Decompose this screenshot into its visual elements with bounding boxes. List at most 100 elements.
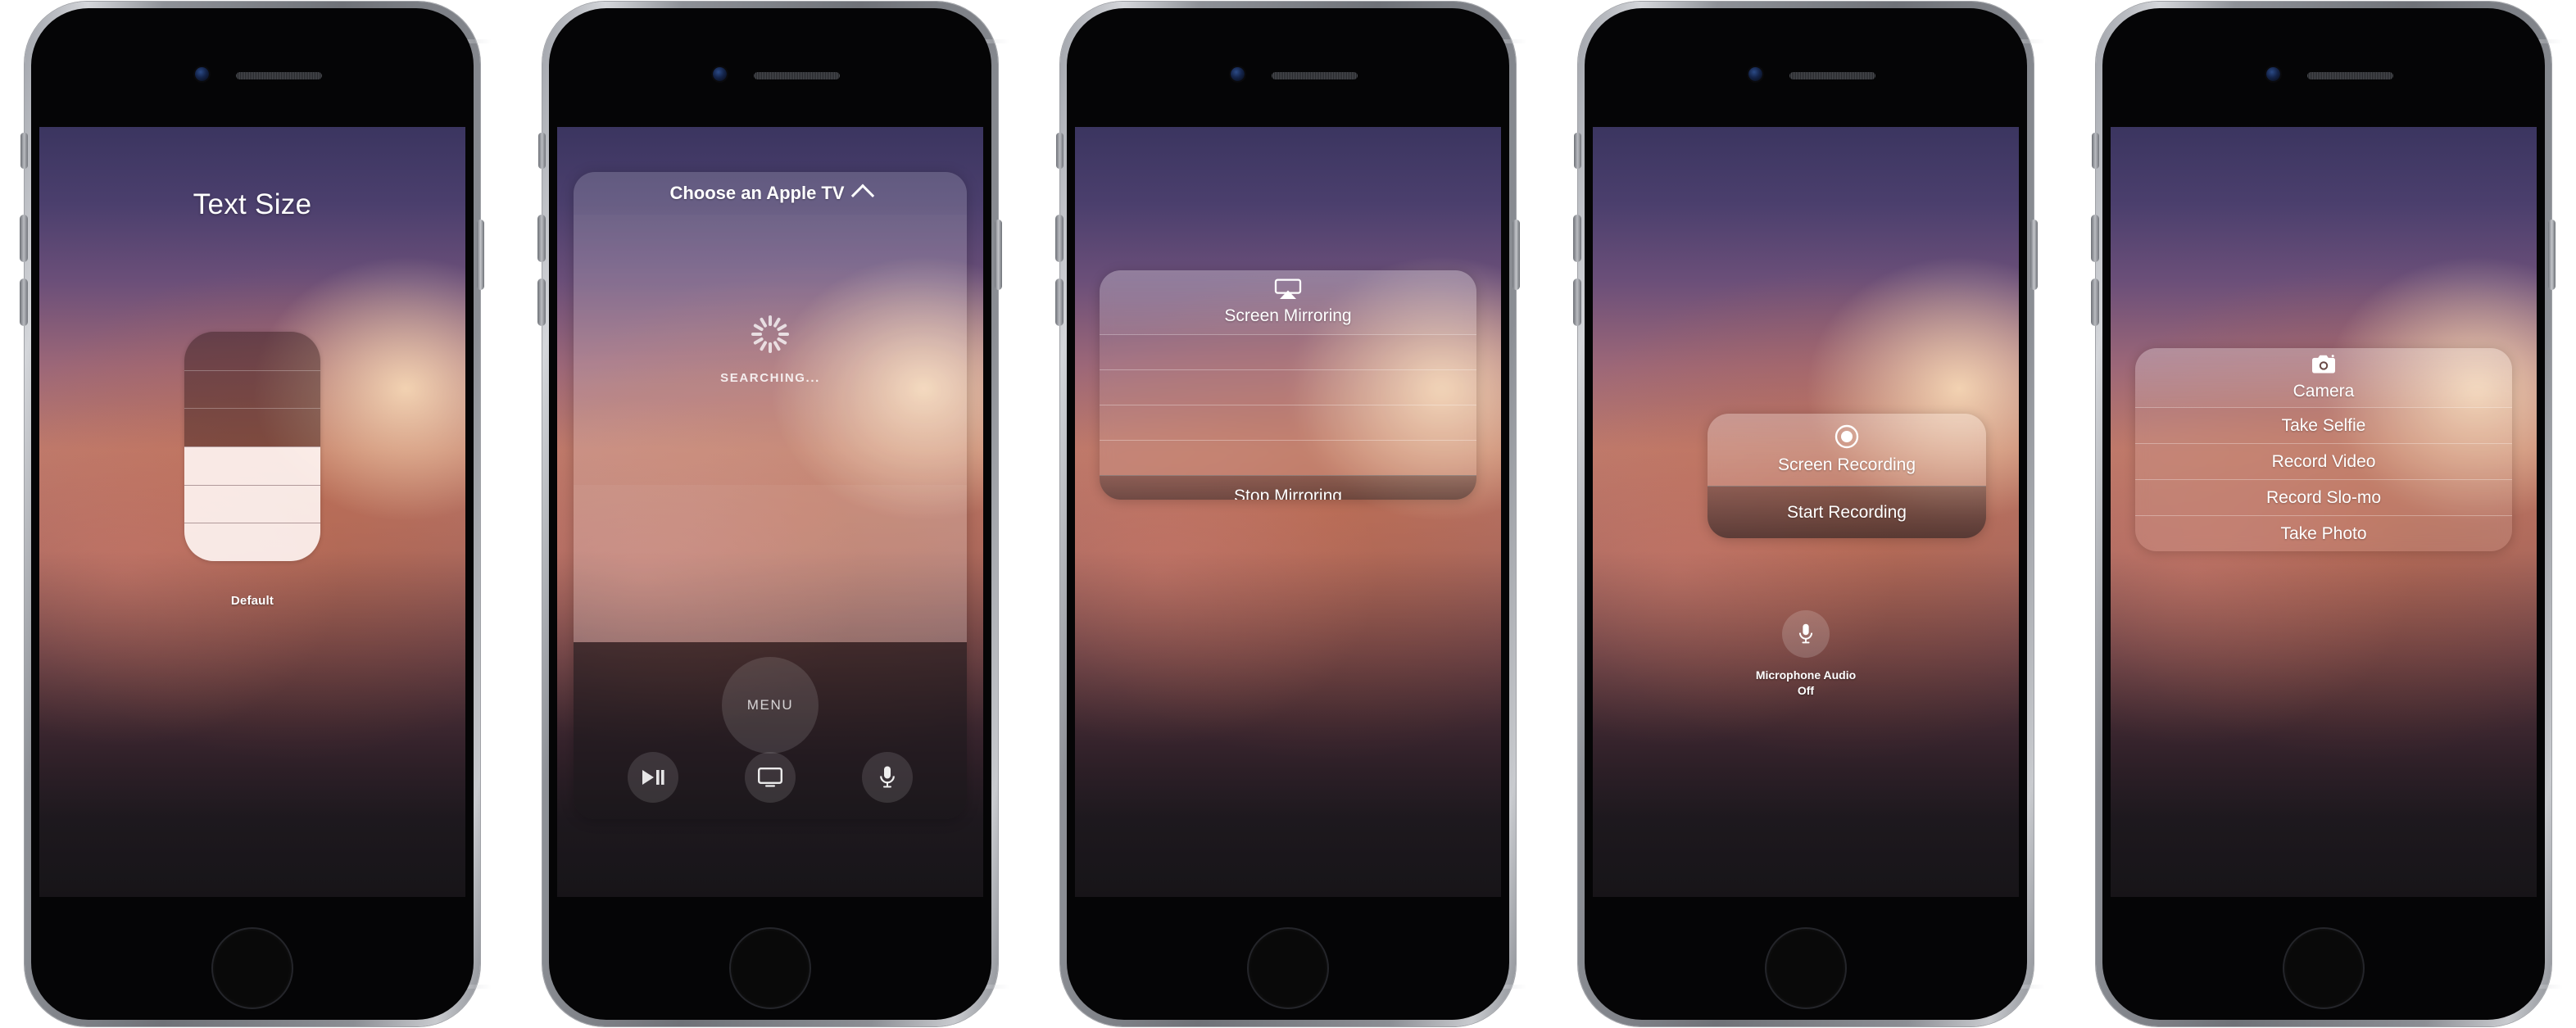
home-button[interactable] — [1247, 927, 1329, 1009]
earpiece-speaker-icon — [1789, 72, 1875, 79]
text-size-segment-2[interactable] — [184, 484, 320, 523]
earpiece-speaker-icon — [2307, 72, 2393, 79]
power-button[interactable] — [995, 220, 1002, 290]
front-camera-icon — [195, 67, 209, 81]
volume-down-button[interactable] — [537, 279, 546, 326]
front-camera-icon — [713, 67, 727, 81]
screen-mirroring-empty-row[interactable] — [1100, 440, 1476, 475]
front-camera-icon — [1748, 67, 1762, 81]
apple-tv-control-row — [574, 752, 967, 803]
start-recording-button[interactable]: Start Recording — [1708, 486, 1986, 538]
volume-down-button[interactable] — [2091, 279, 2099, 326]
spinner-icon — [751, 315, 789, 353]
power-button[interactable] — [1512, 220, 1520, 290]
screen-recording-title: Screen Recording — [1777, 455, 1916, 474]
phone-text-size: Text Size Default — [7, 0, 498, 1028]
menu-button[interactable]: MENU — [722, 657, 819, 754]
record-circle-icon — [1834, 424, 1859, 449]
volume-down-button[interactable] — [20, 279, 28, 326]
wallpaper-vignette — [1075, 127, 1501, 897]
screen-mirroring-card: Screen Mirroring Stop Mirroring — [1100, 270, 1476, 500]
tv-button[interactable] — [744, 752, 796, 803]
mute-switch[interactable] — [2092, 133, 2099, 169]
text-size-segment-6[interactable] — [184, 332, 320, 370]
screen-screen-recording: Screen Recording Start Recording Microph… — [1593, 127, 2019, 897]
camera-menu-item-record-slo-mo[interactable]: Record Slo-mo — [2135, 479, 2512, 515]
screen-camera-menu: Camera Take Selfie Record Video Record S… — [2111, 127, 2537, 897]
camera-menu-title: Camera — [2293, 382, 2355, 401]
camera-menu-header: Camera — [2135, 348, 2512, 407]
play-pause-button[interactable] — [628, 752, 679, 803]
apple-tv-picker-title: Choose an Apple TV — [669, 183, 845, 203]
apple-tv-status-text: SEARCHING... — [720, 370, 820, 385]
home-button[interactable] — [2283, 927, 2365, 1009]
screen-screen-mirroring: Screen Mirroring Stop Mirroring — [1075, 127, 1501, 897]
text-size-segment-4[interactable] — [184, 408, 320, 446]
mute-switch[interactable] — [538, 133, 546, 169]
camera-menu-item-take-photo[interactable]: Take Photo — [2135, 515, 2512, 551]
microphone-audio-state: Off — [1797, 683, 1815, 697]
text-size-segment-5[interactable] — [184, 369, 320, 409]
power-button[interactable] — [2030, 220, 2038, 290]
screen-mirroring-empty-row[interactable] — [1100, 369, 1476, 405]
screen-mirroring-empty-row[interactable] — [1100, 405, 1476, 440]
screen-mirroring-title: Screen Mirroring — [1224, 306, 1352, 325]
earpiece-speaker-icon — [236, 72, 322, 79]
volume-up-button[interactable] — [537, 215, 546, 262]
phone-camera-menu: Camera Take Selfie Record Video Record S… — [2078, 0, 2569, 1028]
volume-up-button[interactable] — [1573, 215, 1581, 262]
apple-tv-remote-panel: Choose an Apple TV SEARCHING... MENU — [574, 172, 967, 819]
microphone-audio-toggle[interactable]: Microphone Audio Off — [1593, 610, 2019, 699]
microphone-button[interactable] — [1782, 610, 1830, 658]
microphone-audio-label: Microphone Audio — [1755, 668, 1857, 682]
chevron-up-icon[interactable] — [850, 183, 874, 207]
apple-tv-picker-header[interactable]: Choose an Apple TV — [574, 172, 967, 215]
mute-switch[interactable] — [1056, 133, 1064, 169]
page-title: Text Size — [193, 188, 312, 220]
earpiece-speaker-icon — [1272, 72, 1358, 79]
phone-screen-recording: Screen Recording Start Recording Microph… — [1560, 0, 2052, 1028]
screen-text-size: Text Size Default — [39, 127, 465, 897]
microphone-icon — [1798, 623, 1813, 644]
front-camera-icon — [2266, 67, 2280, 81]
volume-up-button[interactable] — [2091, 215, 2099, 262]
power-button[interactable] — [477, 220, 484, 290]
airplay-icon — [1274, 279, 1302, 299]
camera-menu-item-record-video[interactable]: Record Video — [2135, 443, 2512, 479]
home-button[interactable] — [729, 927, 811, 1009]
microphone-audio-label-group: Microphone Audio Off — [1756, 668, 1856, 699]
mute-switch[interactable] — [1574, 133, 1581, 169]
camera-menu-item-take-selfie[interactable]: Take Selfie — [2135, 407, 2512, 443]
apple-tv-touch-surface[interactable]: SEARCHING... — [574, 215, 967, 485]
text-size-slider[interactable] — [184, 332, 320, 561]
stop-mirroring-button[interactable]: Stop Mirroring — [1100, 475, 1476, 500]
home-button[interactable] — [211, 927, 293, 1009]
apple-tv-controls-area: MENU — [574, 642, 967, 819]
home-button[interactable] — [1765, 927, 1847, 1009]
volume-up-button[interactable] — [20, 215, 28, 262]
text-size-segment-3[interactable] — [184, 446, 320, 485]
screen-mirroring-empty-row[interactable] — [1100, 334, 1476, 369]
text-size-segment-1[interactable] — [184, 523, 320, 561]
earpiece-speaker-icon — [754, 72, 840, 79]
phone-apple-tv-remote: Choose an Apple TV SEARCHING... MENU — [524, 0, 1016, 1028]
volume-up-button[interactable] — [1055, 215, 1064, 262]
tv-icon — [757, 768, 782, 787]
siri-microphone-button[interactable] — [861, 752, 913, 803]
screen-recording-card: Screen Recording Start Recording — [1708, 414, 1986, 538]
screen-recording-header: Screen Recording — [1708, 414, 1986, 486]
phone-screen-mirroring: Screen Mirroring Stop Mirroring — [1042, 0, 1534, 1028]
screen-mirroring-header: Screen Mirroring — [1100, 270, 1476, 334]
microphone-icon — [879, 766, 895, 788]
power-button[interactable] — [2548, 220, 2556, 290]
screen-apple-tv-remote: Choose an Apple TV SEARCHING... MENU — [557, 127, 983, 897]
mute-switch[interactable] — [20, 133, 28, 169]
volume-down-button[interactable] — [1573, 279, 1581, 326]
apple-tv-panel-spacer — [574, 485, 967, 642]
camera-icon — [2312, 355, 2335, 374]
volume-down-button[interactable] — [1055, 279, 1064, 326]
phone-lineup: Text Size Default Choose an Apple TV SEA… — [0, 0, 2576, 1028]
menu-button-label: MENU — [746, 697, 794, 713]
text-size-value-label: Default — [230, 594, 274, 608]
play-pause-icon — [642, 770, 664, 785]
